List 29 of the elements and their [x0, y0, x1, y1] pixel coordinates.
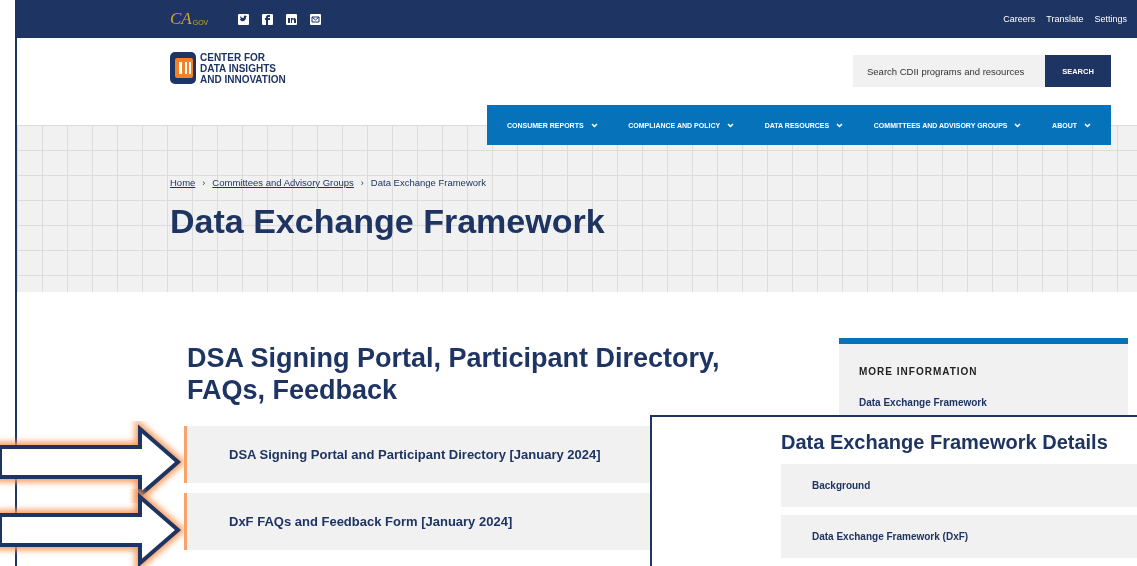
- facebook-icon[interactable]: [262, 13, 274, 25]
- sidebar-title: MORE INFORMATION: [859, 366, 979, 377]
- current-page-label: Data Exchange Framework: [370, 177, 486, 188]
- breadcrumb-link[interactable]: Home: [170, 177, 196, 188]
- inset-heading: Data Exchange Framework Details: [781, 431, 1109, 454]
- page-title: Data Exchange Framework: [170, 202, 606, 241]
- top-link[interactable]: Careers: [1003, 14, 1036, 24]
- top-link[interactable]: Translate: [1046, 14, 1084, 24]
- accordion-item[interactable]: DSA Signing Portal and Participant Directory [January 2024]: [187, 426, 650, 483]
- accordion-item[interactable]: Data Exchange Framework (DxF): [781, 515, 1137, 558]
- accordion-item[interactable]: Background: [781, 464, 1137, 507]
- breadcrumb-link[interactable]: Committees and Advisory Groups: [212, 177, 354, 188]
- chevron-icon: [1014, 122, 1022, 128]
- search-field[interactable]: Search CDII programs and resources: [853, 55, 1045, 87]
- twitter-icon[interactable]: [238, 13, 250, 25]
- organization-name: CENTER FOR DATA INSIGHTS AND INNOVATION: [200, 52, 286, 85]
- breadcrumb-separator: ›: [202, 177, 206, 188]
- linkedin-icon[interactable]: [286, 13, 298, 25]
- accordion-item[interactable]: DxF FAQs and Feedback Form [January 2024]: [187, 493, 650, 550]
- logo-icon[interactable]: [170, 52, 196, 84]
- breadcrumb-separator: ›: [360, 177, 364, 188]
- chevron-icon: [1084, 122, 1091, 128]
- sidebar-link[interactable]: Data Exchange Framework: [859, 397, 1108, 408]
- chevron-icon: [836, 122, 844, 128]
- section-heading: DSA Signing Portal, Participant Directory, FAQs, Feedback: [187, 342, 721, 406]
- mail-icon[interactable]: [310, 13, 322, 25]
- chevron-icon: [727, 122, 735, 128]
- chevron-icon: [590, 122, 598, 128]
- top-link[interactable]: Settings: [1094, 14, 1127, 24]
